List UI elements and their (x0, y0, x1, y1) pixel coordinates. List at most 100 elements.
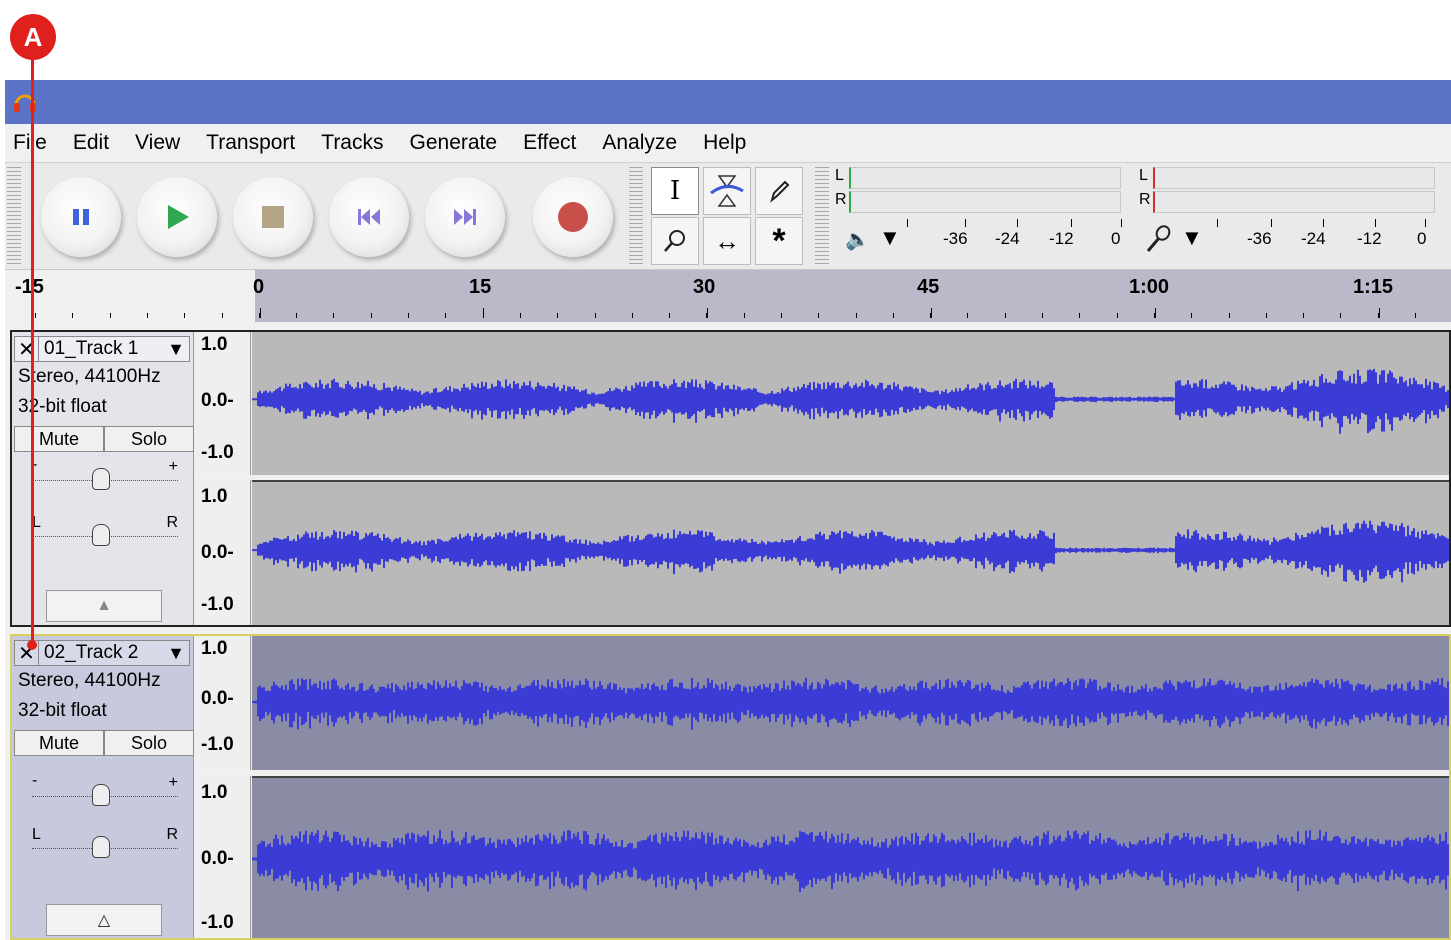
selection-tool[interactable]: I (651, 167, 699, 215)
recording-meter-left-bar (1153, 167, 1435, 189)
pause-icon (73, 209, 89, 225)
pencil-icon (770, 180, 790, 203)
pan-slider-thumb[interactable] (92, 836, 110, 858)
stop-button[interactable] (233, 177, 313, 257)
draw-tool[interactable] (755, 167, 803, 215)
chevron-down-icon[interactable]: ▼ (1181, 225, 1203, 251)
amplitude-ruler: 1.0 0.0- -1.0 (195, 330, 251, 475)
title-bar[interactable] (5, 80, 1451, 124)
pause-button[interactable] (41, 177, 121, 257)
playback-meter-left-bar (849, 167, 1121, 189)
menu-view[interactable]: View (135, 131, 180, 155)
chevron-down-icon[interactable]: ▼ (879, 225, 901, 251)
close-track-icon[interactable]: ✕ (15, 337, 39, 361)
recording-meter-right-bar (1153, 191, 1435, 213)
callout-badge: A (10, 14, 56, 60)
menu-file[interactable]: File (13, 131, 47, 155)
zoom-tool[interactable] (651, 217, 699, 265)
meter-left-label: L (835, 167, 844, 184)
waveform-left-channel[interactable] (252, 330, 1451, 475)
stop-icon (262, 206, 284, 228)
waveform-right-channel[interactable] (252, 776, 1451, 940)
audio-track-2[interactable]: ✕ 02_Track 2 ▼ Stereo, 44100Hz 32-bit fl… (10, 634, 1451, 940)
menu-help[interactable]: Help (703, 131, 746, 155)
track-control-panel[interactable]: ✕ 01_Track 1 ▼ Stereo, 44100Hz 32-bit fl… (10, 330, 194, 627)
rec-meter-right-label: R (1139, 191, 1151, 208)
playback-meter[interactable]: L R 🔈 ▼ -36 -24 -12 0 (831, 165, 1131, 269)
envelope-tool[interactable] (703, 167, 751, 215)
waveform-right-channel[interactable] (252, 480, 1451, 627)
waveform-path (252, 830, 1451, 893)
menu-transport[interactable]: Transport (206, 131, 295, 155)
track-name-button[interactable]: 02_Track 2 (39, 642, 163, 664)
callout-line (31, 56, 34, 646)
gain-slider-thumb[interactable] (92, 784, 110, 806)
ruler-label: 1:15 (1353, 276, 1394, 298)
menu-effect[interactable]: Effect (523, 131, 576, 155)
microphone-icon (1146, 225, 1171, 252)
collapse-track-button[interactable]: △ (46, 904, 162, 936)
ruler-label: 30 (693, 276, 716, 298)
skip-end-icon (454, 209, 476, 225)
speaker-icon: 🔈 (845, 229, 870, 251)
toolbar-grip[interactable] (629, 167, 643, 267)
multi-tool[interactable]: * (755, 217, 803, 265)
ruler-play-region[interactable] (255, 270, 1451, 322)
chevron-down-icon[interactable]: ▼ (163, 339, 189, 360)
menu-edit[interactable]: Edit (73, 131, 109, 155)
ruler-label: 0 (253, 276, 265, 298)
toolbar-grip[interactable] (7, 167, 21, 267)
track-control-panel[interactable]: ✕ 02_Track 2 ▼ Stereo, 44100Hz 32-bit fl… (10, 634, 194, 940)
timeline-ruler[interactable]: -15 0 15 30 45 1:00 1:15 (5, 270, 1451, 322)
pan-slider[interactable]: L R (32, 514, 178, 546)
callout-dot (27, 640, 37, 650)
collapse-track-button[interactable]: ▲ (46, 590, 162, 622)
solo-button[interactable]: Solo (104, 426, 194, 452)
skip-to-end-button[interactable] (425, 177, 505, 257)
menu-analyze[interactable]: Analyze (602, 131, 677, 155)
pan-slider[interactable]: L R (32, 826, 178, 858)
amplitude-ruler: 1.0 0.0- -1.0 (195, 634, 251, 770)
waveform-path (252, 520, 1451, 583)
time-shift-tool[interactable]: ↔ (703, 217, 751, 265)
triangle-up-icon: △ (97, 912, 111, 929)
gain-slider[interactable]: - + (32, 456, 178, 490)
mute-button[interactable]: Mute (14, 730, 104, 756)
track-format-info: Stereo, 44100Hz (18, 366, 161, 387)
double-arrow-icon: ↔ (714, 225, 740, 256)
waveform-path (252, 368, 1451, 434)
track-bit-depth: 32-bit float (18, 700, 107, 721)
toolbar: I ↔ * L R 🔈 ▼ -36 -24 -12 0 L R ▼ -36 -2… (5, 162, 1451, 270)
track-name-button[interactable]: 01_Track 1 (39, 338, 163, 360)
ruler-label: 15 (469, 276, 492, 298)
i-beam-icon: I (669, 176, 681, 206)
recording-meter[interactable]: L R ▼ -36 -24 -12 0 (1135, 165, 1445, 269)
rec-meter-left-label: L (1139, 167, 1148, 184)
menu-bar: File Edit View Transport Tracks Generate… (5, 124, 1451, 162)
ruler-label: -15 (15, 276, 44, 298)
amplitude-ruler: 1.0 0.0- -1.0 (195, 480, 251, 627)
gain-slider-thumb[interactable] (92, 468, 110, 490)
pan-slider-thumb[interactable] (92, 524, 110, 546)
skip-to-start-button[interactable] (329, 177, 409, 257)
play-button[interactable] (137, 177, 217, 257)
audio-track-1[interactable]: ✕ 01_Track 1 ▼ Stereo, 44100Hz 32-bit fl… (10, 330, 1451, 627)
record-icon (558, 202, 588, 232)
skip-start-icon (358, 209, 380, 225)
audacity-window: File Edit View Transport Tracks Generate… (5, 80, 1451, 940)
solo-button[interactable]: Solo (104, 730, 194, 756)
chevron-down-icon[interactable]: ▼ (163, 643, 189, 664)
gain-slider[interactable]: - + (32, 772, 178, 806)
menu-generate[interactable]: Generate (410, 131, 498, 155)
waveform-path (252, 677, 1451, 730)
amplitude-ruler: 1.0 0.0- -1.0 (195, 776, 251, 940)
asterisk-icon: * (772, 221, 786, 260)
ruler-label: 1:00 (1129, 276, 1170, 298)
mute-button[interactable]: Mute (14, 426, 104, 452)
tools-toolbar: I ↔ * (645, 165, 810, 267)
toolbar-grip[interactable] (815, 167, 829, 267)
menu-tracks[interactable]: Tracks (321, 131, 383, 155)
record-button[interactable] (533, 177, 613, 257)
envelope-icon (710, 175, 744, 207)
waveform-left-channel[interactable] (252, 634, 1451, 770)
